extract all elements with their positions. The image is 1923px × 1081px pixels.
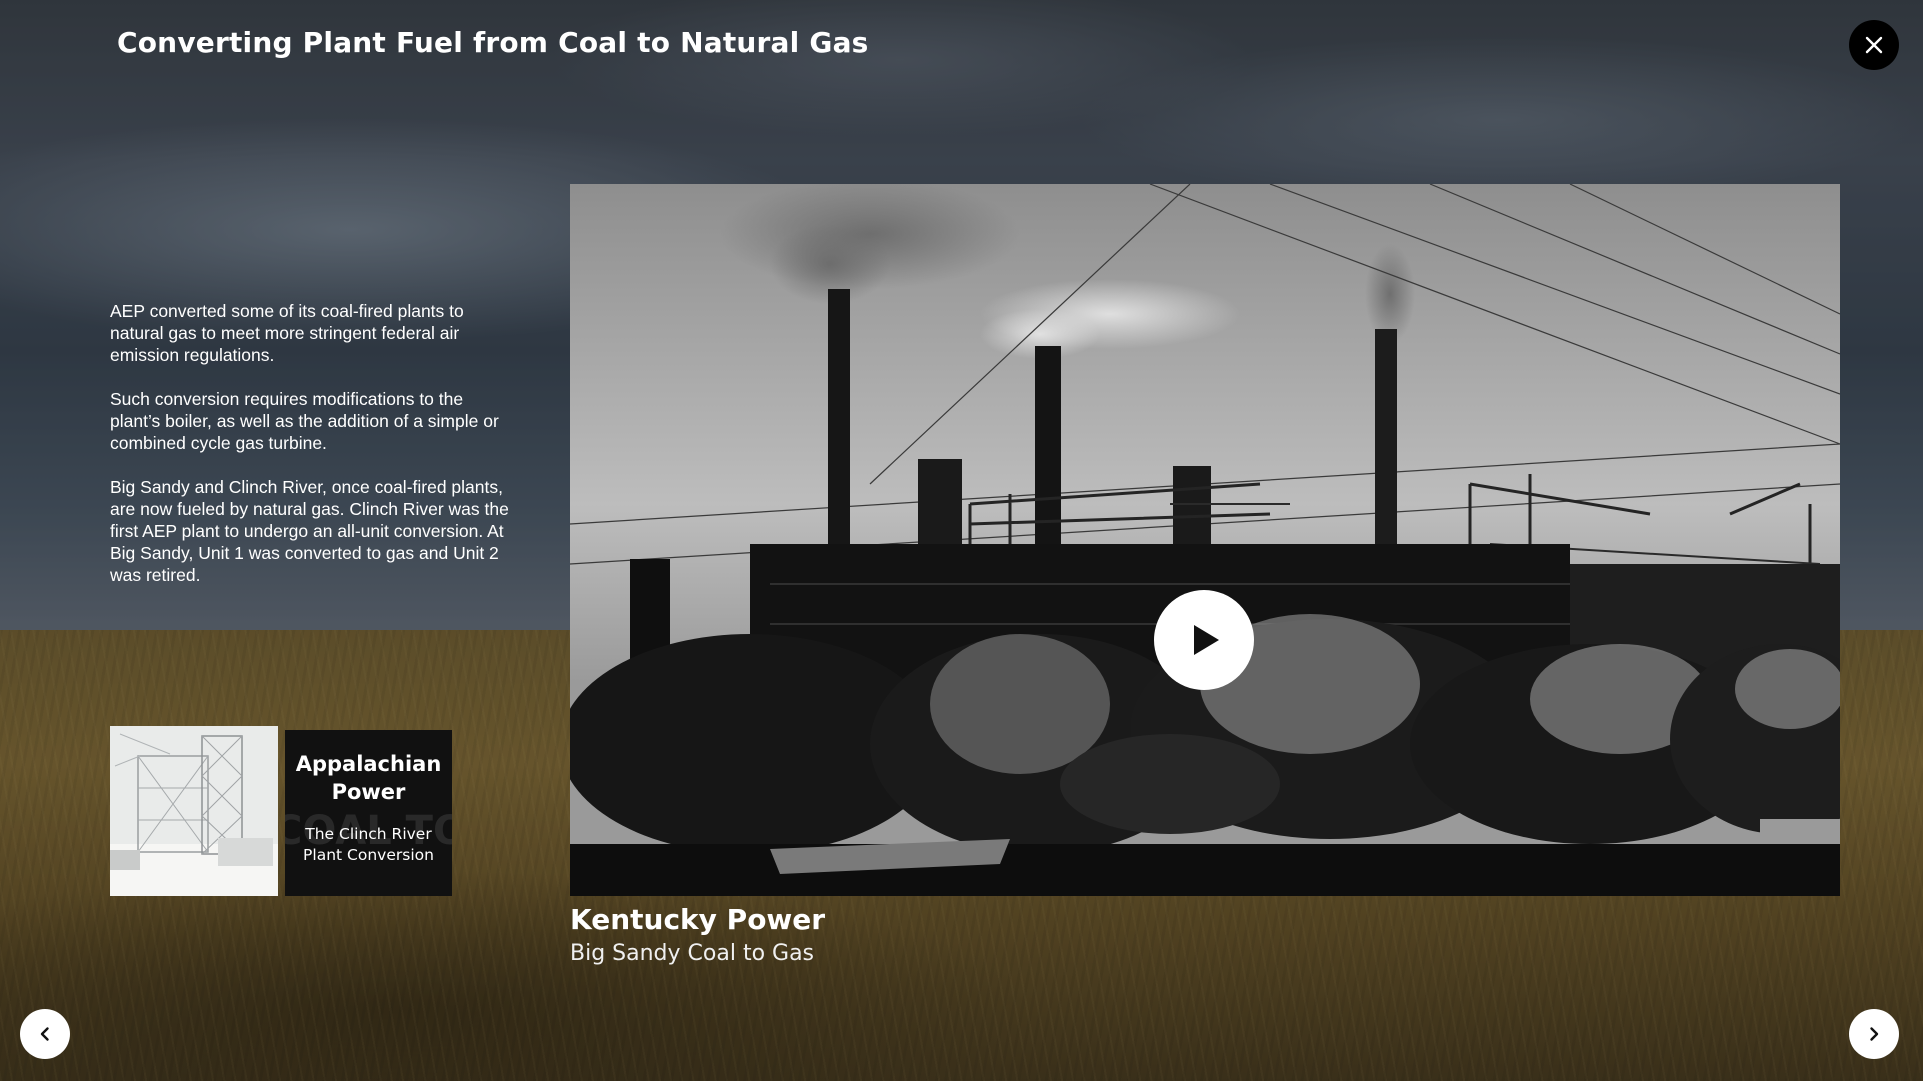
description-text: AEP converted some of its coal-fired pla… [110, 300, 515, 608]
video-poster-image [570, 184, 1840, 896]
next-button[interactable] [1849, 1009, 1899, 1059]
chevron-right-icon [1870, 1027, 1879, 1041]
play-button[interactable] [1154, 590, 1254, 690]
related-video-title: Appalachian Power [295, 752, 442, 804]
description-paragraph: AEP converted some of its coal-fired pla… [110, 301, 464, 365]
video-subtitle: Big Sandy Coal to Gas [570, 941, 815, 966]
page-title: Converting Plant Fuel from Coal to Natur… [117, 26, 869, 59]
related-video-thumbnail [110, 726, 278, 896]
description-paragraph: Big Sandy and Clinch River, once coal-fi… [110, 477, 509, 585]
related-video-card[interactable]: COAL TO GAS Appalachian Power The Clinch… [110, 726, 452, 896]
previous-button[interactable] [20, 1009, 70, 1059]
play-icon [1194, 625, 1219, 655]
video-title: Kentucky Power [570, 903, 826, 936]
close-icon [1865, 36, 1883, 54]
description-paragraph: Such conversion requires modifications t… [110, 389, 499, 453]
related-video-subtitle: The Clinch River Plant Conversion [303, 825, 434, 864]
close-button[interactable] [1849, 20, 1899, 70]
video-player[interactable] [570, 184, 1840, 896]
chevron-left-icon [40, 1027, 49, 1041]
related-video-info: COAL TO GAS Appalachian Power The Clinch… [285, 730, 452, 896]
